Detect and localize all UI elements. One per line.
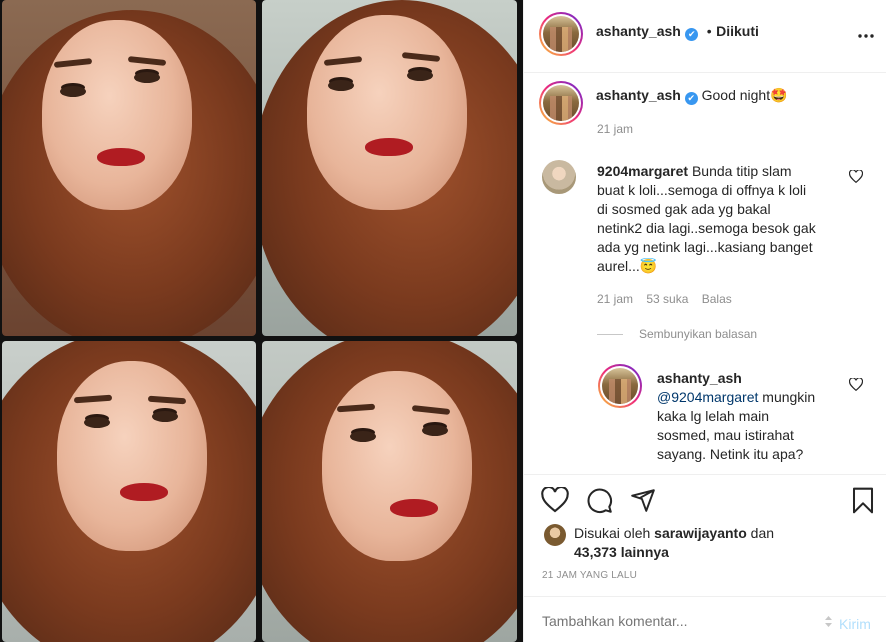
comment-line: ada yg netink lagi...kasiang banget — [597, 239, 813, 255]
share-send-icon[interactable] — [630, 487, 656, 518]
verified-icon: ✔ — [684, 92, 698, 105]
following-button[interactable]: Diikuti — [716, 23, 759, 39]
likes-count[interactable]: 43,373 lainnya — [574, 543, 824, 562]
mention-link[interactable]: @9204margaret — [657, 389, 758, 405]
reply-line: kaka lg lelah main — [657, 408, 770, 424]
scroll-arrows-icon — [823, 615, 834, 628]
post-photo[interactable] — [0, 0, 523, 642]
liked-by-prefix: Disukai oleh — [574, 525, 651, 541]
photo-tile-top-left — [2, 0, 256, 336]
caption-avatar[interactable] — [539, 81, 583, 125]
more-options-icon[interactable] — [856, 26, 876, 46]
divider — [597, 334, 623, 336]
commenter-avatar[interactable] — [542, 160, 576, 194]
reply-line: mungkin — [762, 389, 816, 405]
reply-button[interactable]: Balas — [702, 292, 732, 306]
reply-avatar[interactable] — [598, 364, 642, 408]
comment-likes-count[interactable]: 53 suka — [646, 292, 688, 306]
comment-input[interactable] — [540, 609, 814, 633]
reply-like-heart-icon[interactable] — [848, 377, 864, 394]
comment-time[interactable]: 21 jam — [597, 292, 633, 306]
liker-username[interactable]: sarawijayanto — [654, 525, 747, 541]
reply-username[interactable]: ashanty_ash — [657, 369, 857, 388]
post-header: ashanty_ash ✔ • Diikuti — [524, 0, 886, 73]
liked-by-conj: dan — [750, 525, 775, 541]
post-side-panel: ashanty_ash ✔ • Diikuti ashanty_ash ✔ Go… — [523, 0, 886, 642]
comment-line: buat k loli...semoga di offnya k loli — [597, 182, 807, 198]
avatar[interactable] — [539, 12, 583, 56]
like-heart-icon[interactable] — [541, 485, 569, 518]
photo-tile-bottom-right — [262, 341, 517, 642]
reply-line: sayang. Netink itu apa? — [657, 446, 804, 462]
comment-line: di sosmed gak ada yg bakal — [597, 201, 771, 217]
comment-line: Bunda titip slam — [691, 163, 792, 179]
star-struck-emoji: 🤩 — [770, 87, 788, 103]
post-actions: Disukai oleh sarawijayanto dan 43,373 la… — [524, 474, 886, 597]
comment-bubble-icon[interactable] — [586, 487, 613, 519]
verified-icon: ✔ — [685, 28, 699, 41]
caption-username[interactable]: ashanty_ash — [596, 87, 681, 103]
comment-like-heart-icon[interactable] — [848, 169, 864, 186]
smiling-halo-emoji: 😇 — [639, 258, 658, 274]
comment-line: aurel... — [597, 258, 640, 274]
hide-replies-button[interactable]: Sembunyikan balasan — [597, 327, 757, 341]
photo-tile-bottom-left — [2, 341, 256, 642]
header-username[interactable]: ashanty_ash — [596, 23, 681, 39]
liker-avatar[interactable] — [544, 524, 566, 546]
caption-text: Good night — [701, 87, 771, 103]
photo-tile-top-right — [262, 0, 517, 336]
hide-replies-label: Sembunyikan balasan — [639, 327, 758, 341]
bookmark-icon[interactable] — [851, 487, 875, 519]
separator-dot: • — [706, 23, 712, 39]
post-timestamp[interactable]: 21 JAM YANG LALU — [542, 570, 637, 581]
send-comment-button[interactable]: Kirim — [839, 616, 871, 632]
add-comment-bar: Kirim — [524, 596, 886, 643]
reply-line: sosmed, mau istirahat — [657, 427, 794, 443]
caption-time[interactable]: 21 jam — [597, 122, 633, 136]
comment-line: netink2 dia lagi..semoga besok gak — [597, 220, 816, 236]
commenter-username[interactable]: 9204margaret — [597, 163, 688, 179]
